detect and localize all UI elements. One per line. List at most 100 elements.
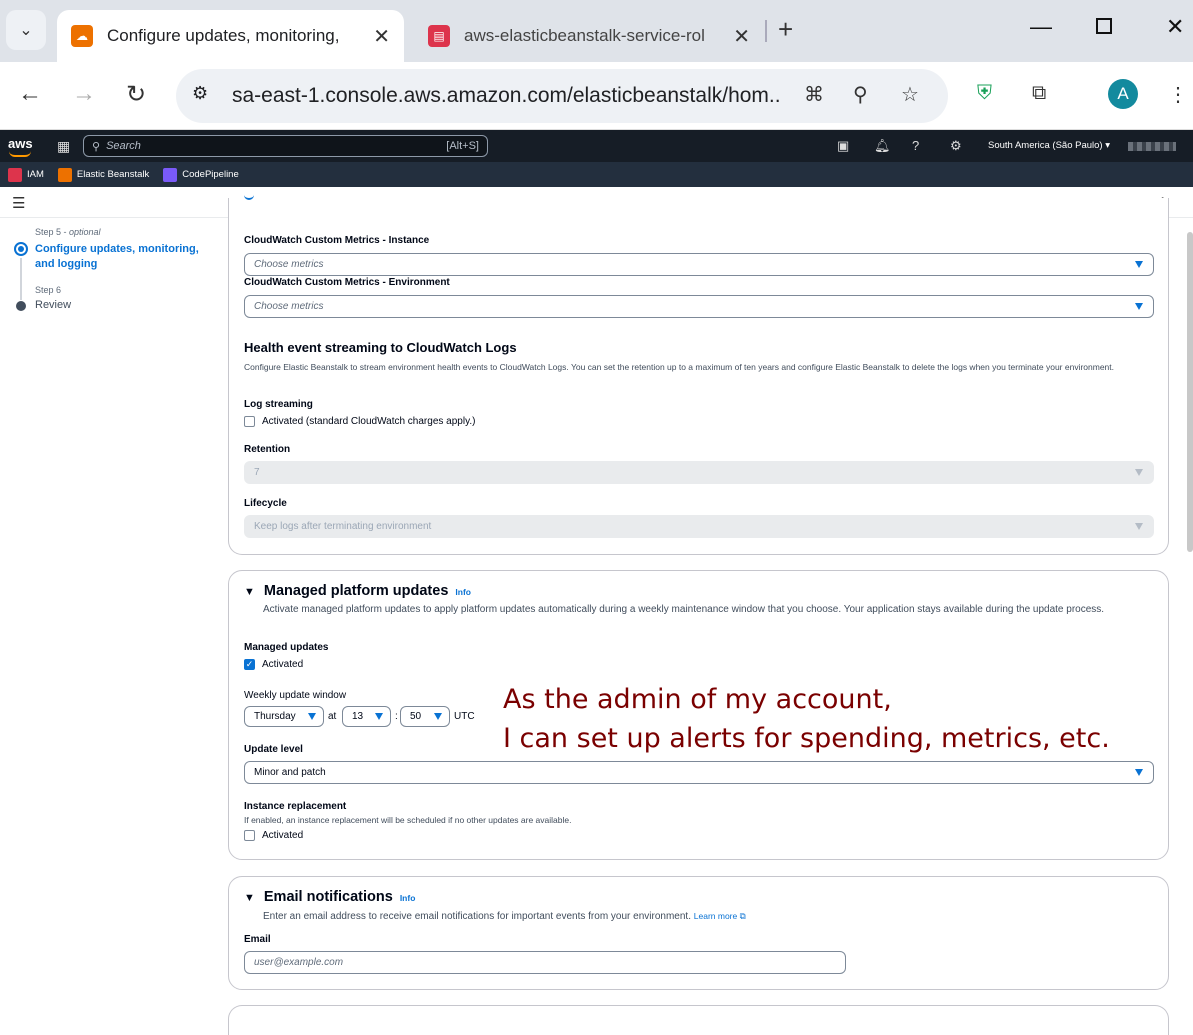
zoom-icon[interactable]: ⚲ [853,82,868,107]
caret-down-icon [1135,469,1143,476]
aws-search-input[interactable]: ⚲ Search [Alt+S] [83,135,488,157]
avatar-initial: A [1117,84,1129,103]
external-link-icon: ⧉ [739,911,746,921]
back-icon[interactable]: ← [18,80,42,108]
step6-link[interactable]: Review [35,299,71,311]
checkbox-icon [244,416,255,427]
info-link[interactable]: Info [400,893,416,903]
minute-select[interactable]: 50 [400,706,450,727]
favorites-bar: IAM Elastic Beanstalk CodePipeline [0,162,1193,187]
radio-icon[interactable] [244,194,254,200]
step-pending-icon [16,301,26,311]
step-connector [20,258,22,300]
iam-icon [8,167,22,182]
instance-replacement-label: Instance replacement [244,801,347,812]
info-link[interactable]: Info [455,587,471,597]
notifications-bell-icon[interactable]: 🔔︎ [874,138,891,154]
email-input[interactable]: user@example.com [244,951,846,974]
account-menu-redacted[interactable] [1128,142,1176,151]
email-notifications-card: ▼ Email notifications Info Enter an email … [228,876,1169,990]
step5-optional: optional [69,227,101,237]
favorite-label: CodePipeline [182,169,239,180]
hour-select[interactable]: 13 [342,706,391,727]
collapse-triangle-icon[interactable]: ▼ [244,586,255,598]
email-description-text: Enter an email address to receive email … [263,911,691,922]
close-tab-icon[interactable]: ✕ [373,24,390,49]
new-tab-icon[interactable]: + [778,14,793,45]
close-tab-icon[interactable]: ✕ [733,24,750,49]
browser-menu-icon[interactable]: ⋮ [1168,82,1188,107]
step5-link[interactable]: Configure updates, monitoring, and loggi… [35,242,205,272]
scrollbar[interactable] [1187,232,1193,552]
custom-metrics-instance-label: CloudWatch Custom Metrics - Instance [244,235,430,246]
profile-avatar[interactable]: A [1108,79,1138,109]
select-value: 7 [254,467,260,478]
weekly-window-label: Weekly update window [244,690,347,701]
custom-metrics-instance-select[interactable]: Choose metrics [244,253,1154,276]
learn-more-link[interactable]: Learn more ⧉ [694,911,746,921]
custom-metrics-environment-select[interactable]: Choose metrics [244,295,1154,318]
health-streaming-heading: Health event streaming to CloudWatch Log… [244,340,517,355]
favorite-codepipeline[interactable]: CodePipeline [163,167,239,182]
help-icon[interactable]: ? [912,138,919,153]
select-placeholder: Choose metrics [254,259,324,270]
annotation-line-2: I can set up alerts for spending, metric… [503,723,1110,754]
side-nav-toggle-icon[interactable]: ☰ [12,194,25,212]
shield-extension-icon[interactable]: ⛨ [977,82,992,105]
at-text: at [328,711,337,722]
region-selector[interactable]: South America (São Paulo) ▾ [988,140,1110,151]
cloudshell-icon[interactable]: ▣ [837,138,849,154]
annotation-text: As the admin of my account, I can set up… [503,680,1110,758]
url-text: sa-east-1.console.aws.amazon.com/elastic… [232,84,780,107]
url-field[interactable]: ⚙ sa-east-1.console.aws.amazon.com/elast… [176,69,948,123]
elastic-beanstalk-favicon-icon: ☁ [71,25,93,47]
select-placeholder: Choose metrics [254,301,324,312]
managed-updates-heading[interactable]: ▼ Managed platform updates Info [244,583,471,599]
retention-select[interactable]: 7 [244,461,1154,484]
custom-metrics-environment-label: CloudWatch Custom Metrics - Environment [244,277,450,288]
tab-search-button[interactable]: ⌄ [6,10,46,50]
services-grid-icon[interactable]: ▦ [57,138,70,155]
favorite-iam[interactable]: IAM [8,167,44,182]
select-value: Thursday [254,711,296,722]
checkbox-label: Activated [262,659,304,670]
colon-text: : [395,711,398,722]
input-placeholder: user@example.com [254,957,344,968]
search-placeholder: Search [106,140,141,152]
translate-icon[interactable]: ⌘ [804,82,824,107]
reload-icon[interactable]: ↻ [126,80,146,109]
checkmark-icon: ✓ [244,659,255,670]
elastic-beanstalk-icon [57,167,72,182]
update-level-select[interactable]: Minor and patch [244,761,1154,784]
bookmark-star-icon[interactable]: ☆ [901,82,919,107]
checkbox-label: Activated (standard CloudWatch charges a… [262,416,476,427]
maximize-icon[interactable] [1096,18,1112,34]
favorite-label: IAM [27,169,44,180]
minimize-icon[interactable]: — [1030,14,1052,40]
site-info-icon[interactable]: ⚙ [192,83,216,107]
lifecycle-select[interactable]: Keep logs after terminating environment [244,515,1154,538]
forward-icon[interactable]: → [72,80,96,108]
section-title: Managed platform updates [263,583,449,599]
update-level-label: Update level [244,744,303,755]
window-close-icon[interactable]: ✕ [1166,14,1184,40]
iam-favicon-icon: ▤ [428,25,450,47]
email-notifications-heading[interactable]: ▼ Email notifications Info [244,889,415,905]
day-select[interactable]: Thursday [244,706,324,727]
step5-label: Step 5 - optional [35,227,101,237]
address-bar-row: ← → ↻ ⚙ sa-east-1.console.aws.amazon.com… [0,62,1193,130]
instance-replacement-checkbox[interactable]: Activated [244,830,303,841]
aws-logo[interactable]: aws [8,136,33,157]
tab-iam-role[interactable]: ▤ aws-elasticbeanstalk-service-rol ✕ [414,10,764,62]
log-streaming-checkbox[interactable]: Activated (standard CloudWatch charges a… [244,416,475,427]
extensions-icon[interactable]: ⧉ [1032,82,1046,105]
caret-down-icon [1135,769,1143,776]
favorite-elastic-beanstalk[interactable]: Elastic Beanstalk [57,167,149,182]
caret-down-icon [434,713,442,720]
managed-updates-checkbox[interactable]: ✓ Activated [244,659,303,670]
step-current-icon [14,242,28,256]
settings-gear-icon[interactable]: ⚙ [950,138,962,154]
collapse-triangle-icon[interactable]: ▼ [244,892,255,904]
tab-title: Configure updates, monitoring, [107,26,340,45]
tab-configure-updates[interactable]: ☁ Configure updates, monitoring, ✕ [57,10,404,62]
